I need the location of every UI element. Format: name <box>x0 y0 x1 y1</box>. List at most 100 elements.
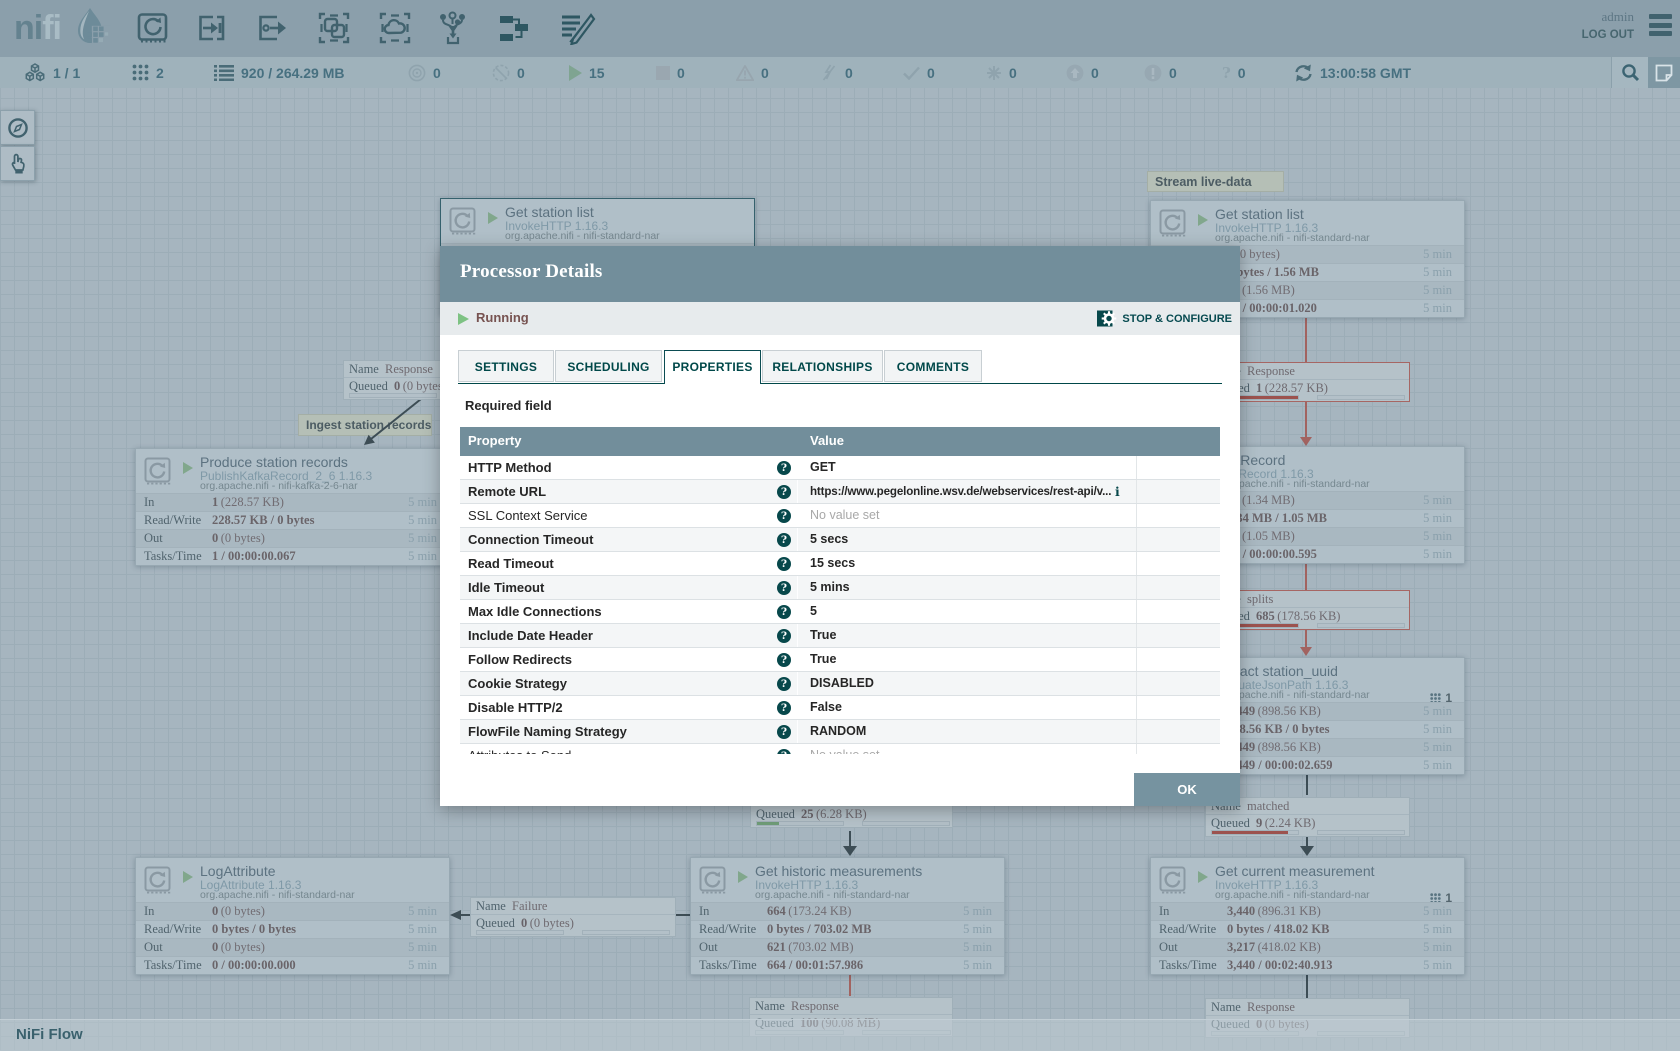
help-icon[interactable]: ? <box>777 749 791 755</box>
search-button[interactable] <box>1611 57 1648 88</box>
stat-value: 621 (703.02 MB) <box>767 940 854 955</box>
help-icon[interactable]: ? <box>777 509 791 523</box>
drag-funnel-icon[interactable] <box>436 11 470 45</box>
property-name: Disable HTTP/2 <box>468 700 563 715</box>
refresh-icon[interactable] <box>1294 64 1313 82</box>
connection-queued: 9 (2.24 KB) <box>1256 816 1315 831</box>
property-value[interactable]: 15 secs <box>810 556 855 570</box>
info-icon[interactable]: i <box>1115 484 1120 499</box>
ok-button[interactable]: OK <box>1134 773 1240 806</box>
processor[interactable]: Get current measurement InvokeHTTP 1.16.… <box>1150 857 1465 975</box>
drag-remote-process-group-icon[interactable] <box>378 11 412 45</box>
stat-value: 34 / 00:00:00.595 <box>1227 547 1317 562</box>
help-icon[interactable]: ? <box>777 461 791 475</box>
breadcrumb[interactable]: NiFi Flow <box>16 1026 83 1043</box>
property-name: FlowFile Naming Strategy <box>468 724 627 739</box>
current-user: admin <box>1582 8 1634 26</box>
property-row[interactable]: Follow Redirects?True <box>460 648 1220 672</box>
tab-settings[interactable]: SETTINGS <box>458 350 554 382</box>
property-row[interactable]: Disable HTTP/2? False <box>460 696 1220 720</box>
property-row[interactable]: FlowFile Naming Strategy? RANDOM <box>460 720 1220 744</box>
drag-label-icon[interactable] <box>559 11 593 45</box>
cluster-count: 1 / 1 <box>53 65 80 81</box>
help-icon[interactable]: ? <box>777 557 791 571</box>
up-to-date-count: 0 <box>927 65 935 81</box>
property-value[interactable]: https://www.pegelonline.wsv.de/webservic… <box>810 485 1111 498</box>
stop-and-configure-button[interactable]: STOP & CONFIGURE <box>1097 309 1232 328</box>
sync-failure-count: 0 <box>1238 65 1246 81</box>
property-value[interactable]: No value set <box>810 748 879 754</box>
processor[interactable]: LogAttribute LogAttribute 1.16.3 org.apa… <box>135 857 450 975</box>
property-row[interactable]: Attributes to Send?No value set <box>460 744 1220 754</box>
help-icon[interactable]: ? <box>777 701 791 715</box>
property-row[interactable]: Cookie Strategy?DISABLED <box>460 672 1220 696</box>
processor-icon <box>449 207 476 235</box>
navigate-palette[interactable] <box>0 110 35 145</box>
property-value[interactable]: GET <box>810 460 836 474</box>
last-refresh-time: 13:00:58 GMT <box>1320 65 1411 81</box>
property-row[interactable]: Idle Timeout?5 mins <box>460 576 1220 600</box>
logout-link[interactable]: LOG OUT <box>1582 26 1634 44</box>
tab-relationships[interactable]: RELATIONSHIPS <box>762 350 883 382</box>
property-row[interactable]: Connection Timeout?5 secs <box>460 528 1220 552</box>
help-icon[interactable]: ? <box>777 653 791 667</box>
column-divider <box>1136 672 1137 695</box>
property-row[interactable]: Include Date Header?True <box>460 624 1220 648</box>
column-divider <box>1136 552 1137 575</box>
stat-window: 5 min <box>1423 740 1452 755</box>
property-row[interactable]: HTTP Method?GET <box>460 456 1220 480</box>
transmitting-icon <box>408 64 426 82</box>
tab-properties[interactable]: PROPERTIES <box>664 350 761 384</box>
help-icon[interactable]: ? <box>777 605 791 619</box>
help-icon[interactable]: ? <box>777 581 791 595</box>
drag-template-icon[interactable] <box>497 11 531 45</box>
column-divider <box>797 552 798 575</box>
connection-name-row: NameFailure <box>471 898 675 915</box>
nifi-logo[interactable]: nifi <box>14 7 111 49</box>
connection-queued-row: Queued25 (6.28 KB) <box>751 806 952 822</box>
tab-scheduling[interactable]: SCHEDULING <box>555 350 662 382</box>
help-icon[interactable]: ? <box>777 725 791 739</box>
drag-output-port-icon[interactable] <box>256 11 290 45</box>
column-divider <box>797 672 798 695</box>
stat-label: Out <box>1159 940 1178 955</box>
help-icon[interactable]: ? <box>777 629 791 643</box>
stat-value: 3,449 (898.56 KB) <box>1227 704 1321 719</box>
tab-comments[interactable]: COMMENTS <box>884 350 982 382</box>
processor[interactable]: Produce station records PublishKafkaReco… <box>135 448 450 566</box>
property-row[interactable]: Max Idle Connections?5 <box>460 600 1220 624</box>
help-icon[interactable]: ? <box>777 533 791 547</box>
bulletin-board-button[interactable] <box>1648 57 1680 88</box>
stale-icon <box>1066 64 1084 82</box>
stat-label: In <box>144 904 154 919</box>
connection-queued: 0 (0 bytes) <box>521 916 574 931</box>
property-value[interactable]: No value set <box>810 508 879 522</box>
property-value[interactable]: True <box>810 652 836 666</box>
stat-label: Read/Write <box>144 922 201 937</box>
property-row[interactable]: Remote URL?https://www.pegelonline.wsv.d… <box>460 480 1220 504</box>
drag-processor-icon[interactable] <box>136 11 170 45</box>
help-icon[interactable]: ? <box>777 485 791 499</box>
global-menu-icon[interactable] <box>1649 14 1672 42</box>
drag-process-group-icon[interactable] <box>317 11 351 45</box>
running-icon <box>568 65 582 81</box>
property-value[interactable]: RANDOM <box>810 724 866 738</box>
property-value[interactable]: 5 <box>810 604 817 618</box>
stat-value: 0 bytes / 1.56 MB <box>1227 265 1319 280</box>
operate-palette[interactable] <box>0 146 35 181</box>
connection-label[interactable]: NameFailure Queued0 (0 bytes) <box>470 897 676 937</box>
property-row[interactable]: Read Timeout?15 secs <box>460 552 1220 576</box>
property-value[interactable]: 5 mins <box>810 580 850 594</box>
property-row[interactable]: SSL Context Service?No value set <box>460 504 1220 528</box>
processor[interactable]: Get historic measurements InvokeHTTP 1.1… <box>690 857 1005 975</box>
property-value[interactable]: 5 secs <box>810 532 848 546</box>
backpressure-bars <box>1206 830 1409 834</box>
property-value[interactable]: False <box>810 700 842 714</box>
property-value[interactable]: True <box>810 628 836 642</box>
stopped-icon <box>656 66 670 80</box>
connection-queued-key: Queued <box>756 807 795 822</box>
property-value[interactable]: DISABLED <box>810 676 874 690</box>
drag-input-port-icon[interactable] <box>196 11 230 45</box>
stat-window: 5 min <box>1423 958 1452 973</box>
help-icon[interactable]: ? <box>777 677 791 691</box>
